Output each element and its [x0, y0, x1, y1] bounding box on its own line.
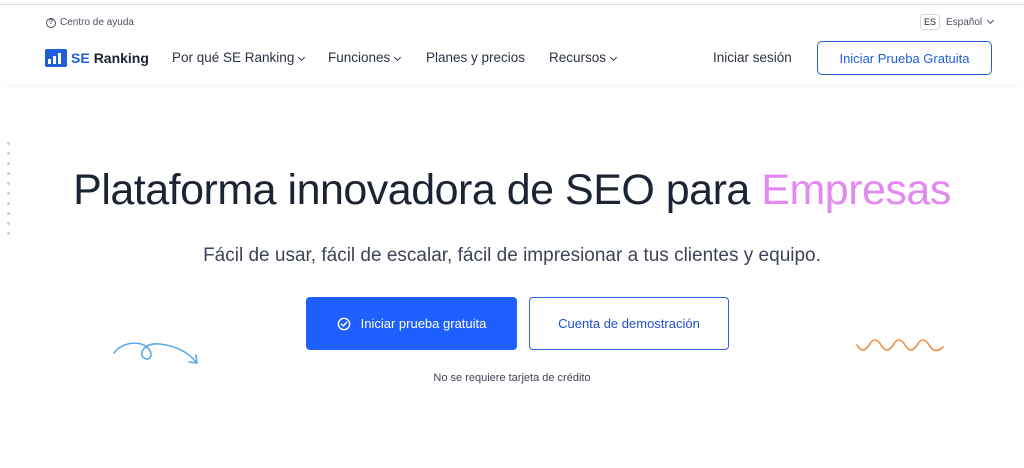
hero-title-accent: Empresas: [761, 166, 951, 214]
decorative-wave-squiggle: [856, 339, 944, 352]
language-code-badge: ES: [920, 14, 941, 30]
no-credit-card-note: No se requiere tarjeta de crédito: [433, 372, 591, 384]
logo[interactable]: SE Ranking: [45, 49, 149, 67]
chevron-down-icon: [987, 16, 995, 24]
main-navbar: SE Ranking Por qué SE Ranking Funciones …: [0, 36, 1024, 84]
decorative-arrow-squiggle: [113, 342, 198, 364]
hero-subtitle: Fácil de usar, fácil de escalar, fácil d…: [203, 245, 821, 266]
help-center-link[interactable]: ? Centro de ayuda: [46, 17, 134, 28]
help-circle-icon: ?: [46, 17, 56, 28]
start-free-trial-button[interactable]: Iniciar prueba gratuita: [306, 297, 517, 350]
help-center-label: Centro de ayuda: [60, 17, 134, 28]
logo-text-ranking: Ranking: [93, 50, 149, 66]
utility-bar: ? Centro de ayuda ES Español: [0, 12, 1024, 34]
demo-account-button[interactable]: Cuenta de demostración: [529, 297, 729, 350]
hero-title: Plataforma innovadora de SEO para Empres…: [0, 166, 1024, 215]
check-circle-icon: [337, 317, 351, 330]
nav-item-features[interactable]: Funciones: [328, 50, 402, 65]
signin-link[interactable]: Iniciar sesión: [713, 50, 792, 65]
nav-item-why[interactable]: Por qué SE Ranking: [172, 50, 306, 65]
nav-item-label: Por qué SE Ranking: [172, 50, 295, 65]
hero-title-main: Plataforma innovadora de SEO para: [73, 166, 762, 214]
chevron-down-icon: [394, 53, 402, 62]
chevron-down-icon: [298, 53, 306, 62]
logo-bars-icon: [45, 49, 67, 67]
chevron-down-icon: [609, 53, 618, 62]
nav-item-label: Funciones: [328, 50, 391, 65]
nav-item-label: Recursos: [549, 50, 607, 65]
nav-item-resources[interactable]: Recursos: [549, 50, 618, 65]
top-border: [0, 4, 1024, 5]
nav-item-label: Planes y precios: [426, 50, 526, 65]
start-free-trial-label: Iniciar prueba gratuita: [360, 316, 487, 331]
language-selector[interactable]: ES Español: [920, 14, 995, 30]
logo-text-se: SE: [71, 50, 90, 66]
language-label: Español: [946, 16, 983, 28]
start-trial-header-button[interactable]: Iniciar Prueba Gratuita: [817, 41, 992, 75]
nav-item-pricing[interactable]: Planes y precios: [426, 50, 525, 65]
